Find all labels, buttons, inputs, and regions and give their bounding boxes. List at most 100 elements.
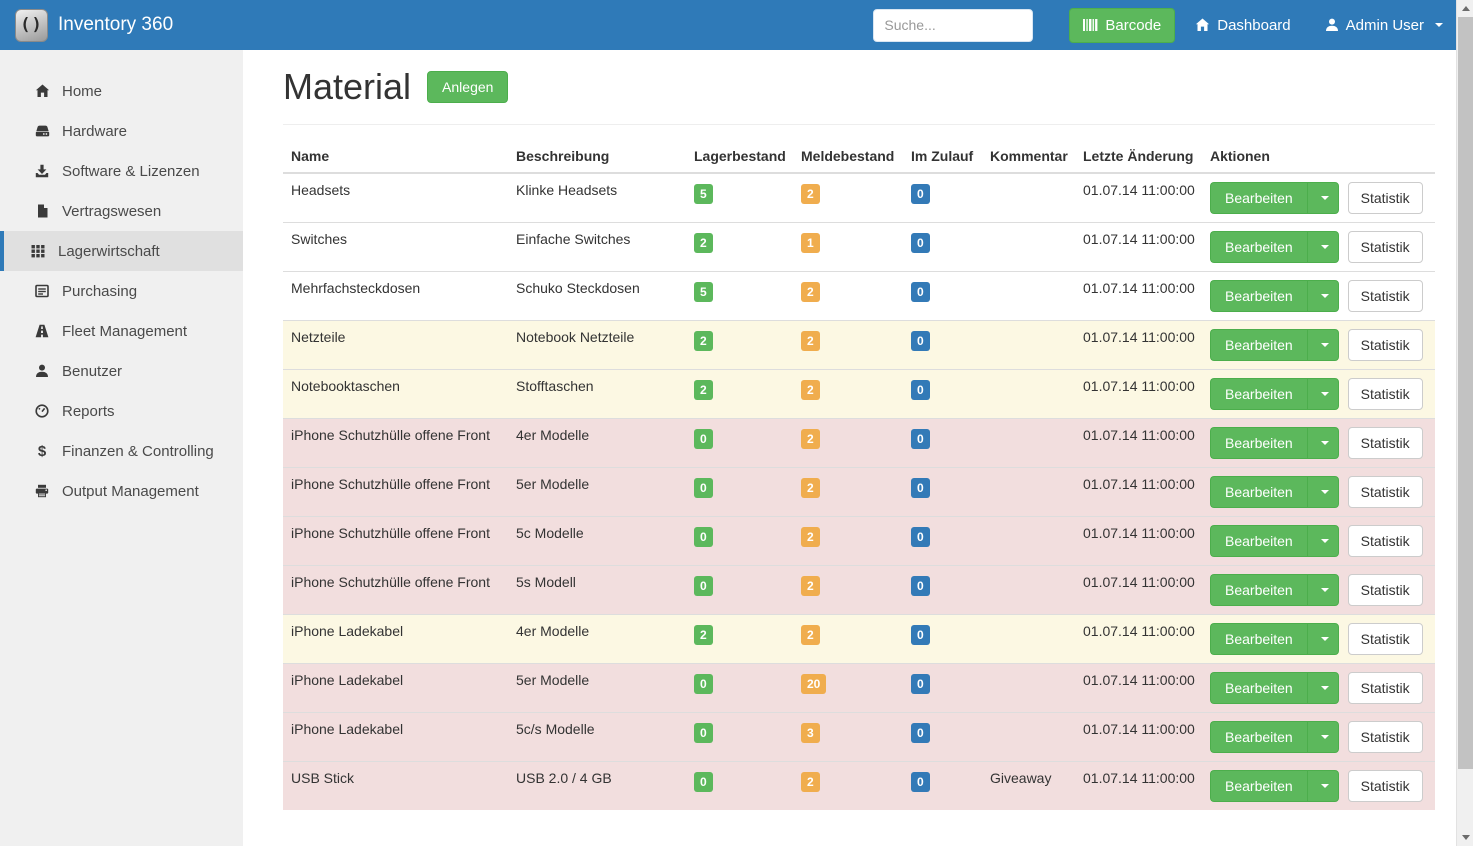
edit-button[interactable]: Bearbeiten: [1210, 182, 1307, 214]
home-icon: [34, 84, 50, 98]
sidebar-item-software[interactable]: Software & Lizenzen: [0, 151, 243, 191]
stock-badge: 0: [694, 478, 713, 498]
cell-reorder: 3: [793, 713, 903, 762]
barcode-icon: [1083, 18, 1098, 32]
cell-stock: 0: [686, 468, 793, 517]
edit-button[interactable]: Bearbeiten: [1210, 623, 1307, 655]
cell-description: Einfache Switches: [508, 223, 686, 272]
statistics-button[interactable]: Statistik: [1348, 329, 1423, 361]
table-row: iPhone Ladekabel 5er Modelle 0 20 0 01.0…: [283, 664, 1435, 713]
edit-dropdown-toggle[interactable]: [1307, 231, 1339, 263]
list-icon: [34, 284, 50, 298]
sidebar-item-hardware[interactable]: Hardware: [0, 111, 243, 151]
sidebar-item-benutzer[interactable]: Benutzer: [0, 351, 243, 391]
cell-incoming: 0: [903, 223, 982, 272]
sidebar-item-label: Home: [62, 83, 102, 100]
statistics-button[interactable]: Statistik: [1348, 231, 1423, 263]
sidebar-item-output-management[interactable]: Output Management: [0, 471, 243, 511]
stock-badge: 0: [694, 429, 713, 449]
edit-dropdown-toggle[interactable]: [1307, 721, 1339, 753]
create-button[interactable]: Anlegen: [427, 71, 508, 103]
edit-button[interactable]: Bearbeiten: [1210, 476, 1307, 508]
download-icon: [34, 164, 50, 178]
edit-dropdown-toggle[interactable]: [1307, 427, 1339, 459]
edit-dropdown-toggle[interactable]: [1307, 378, 1339, 410]
statistics-button[interactable]: Statistik: [1348, 525, 1423, 557]
sidebar-item-reports[interactable]: Reports: [0, 391, 243, 431]
cell-description: USB 2.0 / 4 GB: [508, 762, 686, 811]
user-menu[interactable]: Admin User: [1325, 17, 1443, 34]
edit-button[interactable]: Bearbeiten: [1210, 721, 1307, 753]
statistics-button[interactable]: Statistik: [1348, 672, 1423, 704]
edit-dropdown-toggle[interactable]: [1307, 770, 1339, 802]
statistics-button[interactable]: Statistik: [1348, 770, 1423, 802]
cell-actions: Bearbeiten Statistik: [1202, 173, 1435, 223]
barcode-button[interactable]: Barcode: [1069, 8, 1175, 43]
cell-comment: Giveaway: [982, 762, 1075, 811]
page-header: Material Anlegen: [283, 66, 1435, 125]
reorder-badge: 3: [801, 723, 820, 743]
sidebar-item-label: Reports: [62, 403, 115, 420]
cell-actions: Bearbeiten Statistik: [1202, 713, 1435, 762]
statistics-button[interactable]: Statistik: [1348, 378, 1423, 410]
scroll-up-button[interactable]: [1457, 0, 1473, 17]
statistics-button[interactable]: Statistik: [1348, 182, 1423, 214]
edit-dropdown-toggle[interactable]: [1307, 329, 1339, 361]
edit-button[interactable]: Bearbeiten: [1210, 280, 1307, 312]
statistics-button[interactable]: Statistik: [1348, 721, 1423, 753]
cell-incoming: 0: [903, 419, 982, 468]
sidebar-item-vertragswesen[interactable]: Vertragswesen: [0, 191, 243, 231]
edit-dropdown-toggle[interactable]: [1307, 672, 1339, 704]
edit-dropdown-toggle[interactable]: [1307, 623, 1339, 655]
user-menu-label: Admin User: [1346, 17, 1424, 34]
vertical-scrollbar[interactable]: [1456, 0, 1473, 846]
edit-dropdown-toggle[interactable]: [1307, 525, 1339, 557]
sidebar-item-finanzen[interactable]: $ Finanzen & Controlling: [0, 431, 243, 471]
edit-button[interactable]: Bearbeiten: [1210, 329, 1307, 361]
scroll-down-button[interactable]: [1457, 829, 1473, 846]
grid-icon: [30, 244, 46, 258]
edit-dropdown-toggle[interactable]: [1307, 574, 1339, 606]
sidebar-item-purchasing[interactable]: Purchasing: [0, 271, 243, 311]
cell-last-changed: 01.07.14 11:00:00: [1075, 566, 1202, 615]
barcode-button-label: Barcode: [1105, 17, 1161, 34]
chevron-down-icon: [1321, 245, 1329, 249]
edit-button[interactable]: Bearbeiten: [1210, 427, 1307, 459]
edit-button[interactable]: Bearbeiten: [1210, 231, 1307, 263]
cell-comment: [982, 615, 1075, 664]
cell-comment: [982, 321, 1075, 370]
statistics-button[interactable]: Statistik: [1348, 427, 1423, 459]
scrollbar-thumb[interactable]: [1458, 17, 1473, 769]
brand[interactable]: () Inventory 360: [15, 9, 173, 42]
sidebar-item-fleet-management[interactable]: Fleet Management: [0, 311, 243, 351]
cell-incoming: 0: [903, 615, 982, 664]
edit-button[interactable]: Bearbeiten: [1210, 672, 1307, 704]
edit-split-button: Bearbeiten: [1210, 770, 1339, 802]
stock-badge: 2: [694, 331, 713, 351]
dashboard-link[interactable]: Dashboard: [1195, 17, 1290, 34]
cell-actions: Bearbeiten Statistik: [1202, 664, 1435, 713]
statistics-button[interactable]: Statistik: [1348, 623, 1423, 655]
table-row: Mehrfachsteckdosen Schuko Steckdosen 5 2…: [283, 272, 1435, 321]
edit-dropdown-toggle[interactable]: [1307, 476, 1339, 508]
statistics-button[interactable]: Statistik: [1348, 280, 1423, 312]
statistics-button[interactable]: Statistik: [1348, 476, 1423, 508]
statistics-button[interactable]: Statistik: [1348, 574, 1423, 606]
chevron-down-icon: [1321, 588, 1329, 592]
cell-last-changed: 01.07.14 11:00:00: [1075, 713, 1202, 762]
edit-button[interactable]: Bearbeiten: [1210, 378, 1307, 410]
edit-dropdown-toggle[interactable]: [1307, 182, 1339, 214]
edit-button[interactable]: Bearbeiten: [1210, 525, 1307, 557]
cell-last-changed: 01.07.14 11:00:00: [1075, 419, 1202, 468]
sidebar-item-home[interactable]: Home: [0, 71, 243, 111]
search-input[interactable]: [873, 9, 1033, 42]
edit-button[interactable]: Bearbeiten: [1210, 574, 1307, 606]
chevron-down-icon: [1321, 441, 1329, 445]
chevron-down-icon: [1321, 539, 1329, 543]
incoming-badge: 0: [911, 527, 930, 547]
cell-actions: Bearbeiten Statistik: [1202, 321, 1435, 370]
edit-dropdown-toggle[interactable]: [1307, 280, 1339, 312]
stock-badge: 0: [694, 576, 713, 596]
sidebar-item-lagerwirtschaft[interactable]: Lagerwirtschaft: [0, 231, 243, 271]
edit-button[interactable]: Bearbeiten: [1210, 770, 1307, 802]
